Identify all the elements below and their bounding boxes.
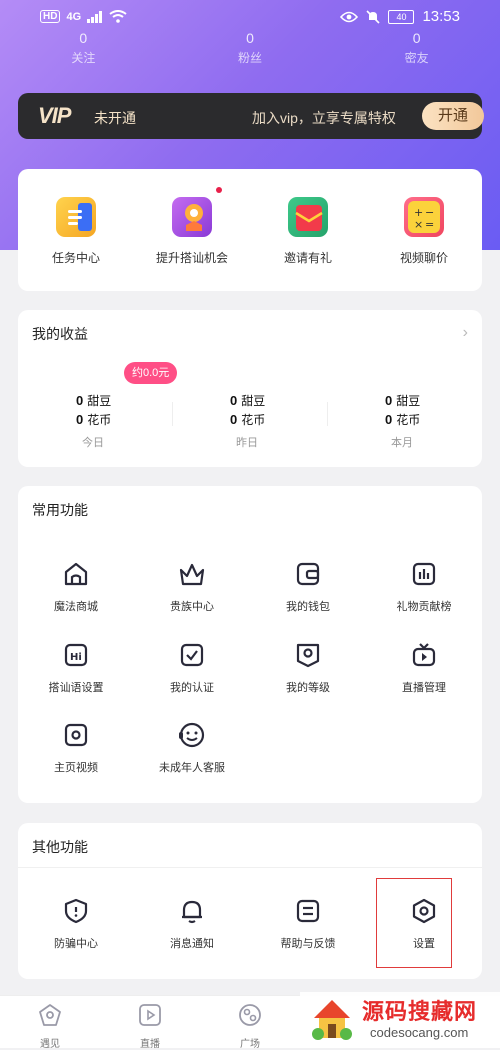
- tab-plaza[interactable]: 广场: [200, 1002, 300, 1050]
- help-doc-icon: [294, 897, 322, 925]
- shield-alert-icon: [62, 897, 90, 925]
- common-functions-card: 常用功能 魔法商城 贵族中心 我的钱包 礼物贡献榜 Hi 搭讪语设置 我的认证 …: [18, 486, 482, 803]
- func-my-verification[interactable]: 我的认证: [134, 641, 250, 695]
- plaza-icon: [239, 1004, 261, 1026]
- chevron-right-icon[interactable]: ›: [463, 324, 468, 342]
- svg-text:=: =: [425, 218, 434, 231]
- func-my-wallet[interactable]: 我的钱包: [250, 560, 366, 614]
- signal-icon: [87, 10, 103, 23]
- wifi-icon: [109, 10, 127, 23]
- tv-play-icon: [410, 641, 438, 669]
- income-title: 我的收益: [32, 326, 88, 342]
- vip-activate-button[interactable]: 开通: [422, 102, 484, 130]
- func-anti-fraud[interactable]: 防骗中心: [18, 897, 134, 951]
- quick-task-center[interactable]: 任务中心: [18, 197, 134, 266]
- tab-meet[interactable]: 遇见: [0, 1002, 100, 1050]
- other-functions-title: 其他功能: [32, 839, 88, 855]
- func-greeting-settings[interactable]: Hi 搭讪语设置: [18, 641, 134, 695]
- func-noble-center[interactable]: 贵族中心: [134, 560, 250, 614]
- headset-icon: [178, 721, 206, 749]
- home-shop-icon: [62, 560, 90, 588]
- watermark: 源码搜藏网 codesocang.com: [300, 992, 500, 1047]
- task-icon: [56, 197, 96, 237]
- calculator-icon: + − × =: [404, 197, 444, 237]
- hi-icon: Hi: [62, 641, 90, 669]
- eye-icon: [340, 11, 359, 22]
- watermark-title: 源码搜藏网: [362, 999, 478, 1024]
- stat-close-friends[interactable]: 0 密友: [357, 30, 477, 70]
- battery-indicator: 40: [388, 9, 415, 24]
- svg-text:Hi: Hi: [70, 652, 82, 663]
- func-home-video[interactable]: 主页视频: [18, 721, 134, 775]
- func-live-management[interactable]: 直播管理: [366, 641, 482, 695]
- func-my-level[interactable]: 我的等级: [250, 641, 366, 695]
- gift-envelope-icon: [288, 197, 328, 237]
- live-icon: [139, 1004, 161, 1026]
- boost-icon: [172, 187, 222, 237]
- vip-logo: VIP: [38, 103, 71, 128]
- income-today: 0 甜豆 0 花币 今日: [76, 393, 112, 449]
- stat-following[interactable]: 0 关注: [23, 30, 143, 70]
- settings-highlight-box: [376, 878, 452, 968]
- chart-bars-icon: [410, 560, 438, 588]
- level-badge-icon: [294, 641, 322, 669]
- func-help-feedback[interactable]: 帮助与反馈: [250, 897, 366, 951]
- func-magic-shop[interactable]: 魔法商城: [18, 560, 134, 614]
- quick-actions-card: 任务中心 提升搭讪机会 邀请有礼 + − × = 视频聊价: [18, 169, 482, 291]
- divider: [327, 402, 328, 426]
- estimate-pill: 约0.0元: [124, 362, 178, 384]
- common-functions-title: 常用功能: [32, 502, 88, 518]
- svg-text:×: ×: [414, 218, 423, 231]
- meet-icon: [39, 1004, 61, 1026]
- video-square-icon: [62, 721, 90, 749]
- func-notifications[interactable]: 消息通知: [134, 897, 250, 951]
- divider: [18, 867, 482, 868]
- income-card[interactable]: 我的收益 › 约0.0元 0 甜豆 0 花币 今日 0 甜豆 0 花币 昨日 0 甜豆 0…: [18, 310, 482, 467]
- hd-indicator: HD: [40, 10, 61, 23]
- tab-live[interactable]: 直播: [100, 1002, 200, 1050]
- clock: 13:53: [422, 8, 460, 25]
- income-month: 0 甜豆 0 花币 本月: [385, 393, 421, 449]
- quick-video-price[interactable]: + − × = 视频聊价: [366, 197, 482, 266]
- wallet-icon: [294, 560, 322, 588]
- watermark-url: codesocang.com: [370, 1025, 469, 1040]
- bell-icon: [178, 897, 206, 925]
- verified-check-icon: [178, 641, 206, 669]
- mute-bell-icon: [366, 9, 381, 24]
- func-minor-support[interactable]: 未成年人客服: [134, 721, 250, 775]
- vip-description: 加入vip，立享专属特权: [252, 110, 396, 126]
- quick-invite-gift[interactable]: 邀请有礼: [250, 197, 366, 266]
- profile-stats: 0 关注 0 粉丝 0 密友: [0, 30, 500, 70]
- income-yesterday: 0 甜豆 0 花币 昨日: [230, 393, 266, 449]
- network-indicator: 4G: [66, 10, 82, 23]
- stat-fans[interactable]: 0 粉丝: [190, 30, 310, 70]
- func-gift-ranking[interactable]: 礼物贡献榜: [366, 560, 482, 614]
- quick-boost-chance[interactable]: 提升搭讪机会: [134, 187, 250, 266]
- red-dot-badge: [216, 187, 222, 193]
- crown-icon: [178, 560, 206, 588]
- vip-banner[interactable]: VIP 未开通 加入vip，立享专属特权 开通: [18, 93, 484, 139]
- vip-status: 未开通: [94, 110, 136, 126]
- divider: [172, 402, 173, 426]
- house-logo-icon: [312, 1000, 352, 1040]
